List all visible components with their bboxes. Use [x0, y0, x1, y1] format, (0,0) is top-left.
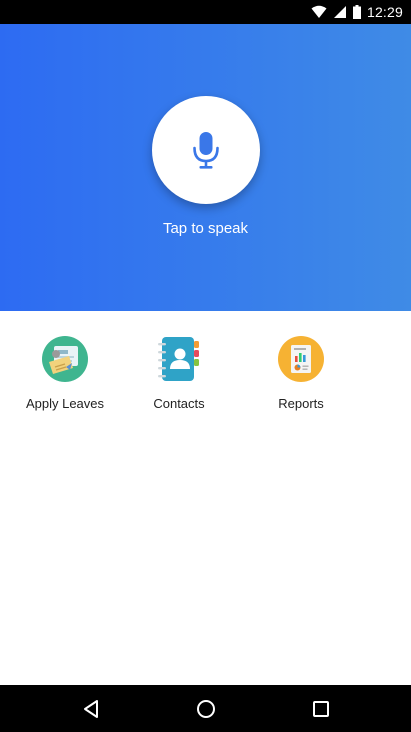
status-time: 12:29 [366, 4, 403, 20]
wifi-icon [311, 5, 327, 18]
cell-signal-icon [333, 6, 346, 18]
contacts-tile[interactable]: Contacts [129, 335, 229, 411]
recents-square-icon [313, 701, 329, 717]
reports-label: Reports [278, 396, 324, 411]
status-icons: 12:29 [311, 0, 403, 24]
battery-icon [352, 5, 361, 19]
apply-leaves-label: Apply Leaves [25, 396, 105, 411]
leave-application-icon [41, 335, 89, 383]
navigation-bar [0, 685, 411, 732]
back-button[interactable] [79, 697, 103, 721]
mic-button[interactable] [152, 96, 260, 204]
address-book-icon [155, 335, 203, 383]
reports-tile[interactable]: Reports [251, 335, 351, 411]
back-triangle-icon [84, 700, 98, 718]
microphone-icon [193, 132, 219, 169]
contacts-label: Contacts [153, 396, 205, 411]
report-chart-icon [277, 335, 325, 383]
home-button[interactable] [194, 697, 218, 721]
home-circle-icon [197, 700, 215, 718]
apply-leaves-tile[interactable]: Apply Leaves [15, 335, 115, 411]
recents-button[interactable] [309, 697, 333, 721]
tap-to-speak-label: Tap to speak [162, 220, 249, 237]
voice-hero-panel: Tap to speak [0, 24, 411, 311]
status-bar: 12:29 [0, 0, 411, 24]
